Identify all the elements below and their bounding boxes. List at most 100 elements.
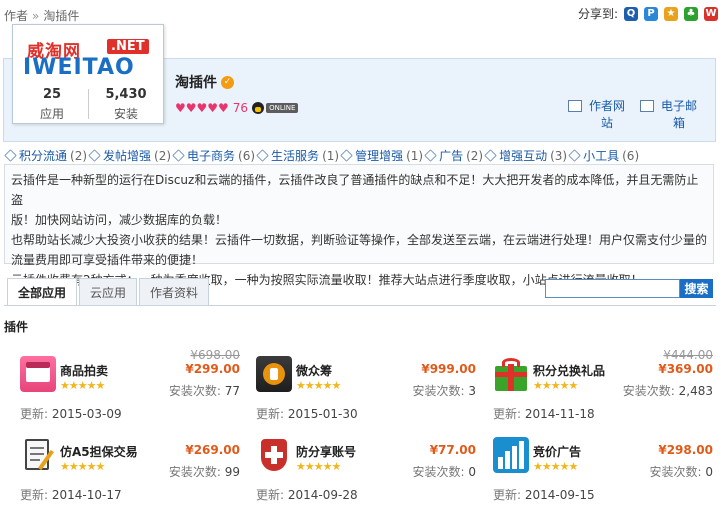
breadcrumb-author-link[interactable]: 作者 xyxy=(4,9,28,23)
logo-net-badge: .NET xyxy=(107,39,149,54)
clover-share-icon[interactable]: ♣ xyxy=(684,6,698,21)
category-tags: 积分流通 (2) 发帖增强 (2) 电子商务 (6) 生活服务 (1) 管理增强 (1) … xyxy=(4,147,640,164)
star-rating-icon: ★★★★★ xyxy=(296,460,341,473)
installs-value: 0 xyxy=(705,465,713,479)
tag-icon xyxy=(424,149,437,162)
tag-count: (6) xyxy=(622,148,640,163)
star-rating-icon: ★★★★★ xyxy=(60,379,105,392)
apps-label: 应用 xyxy=(39,107,64,121)
tag-icon xyxy=(568,149,581,162)
plugin-updated: 更新: 2014-10-17 xyxy=(20,486,122,503)
tag-item[interactable]: 发帖增强 (2) xyxy=(88,147,171,164)
author-rating: ♥♥♥♥♥ 76 ONLINE xyxy=(175,101,299,115)
plugin-installs: 安装次数: 77 xyxy=(169,382,240,399)
author-description: 云插件是一种新型的运行在Discuz和云端的插件，云插件改良了普通插件的缺点和不… xyxy=(4,164,714,287)
installs-label: 安装次数: xyxy=(412,384,465,398)
breadcrumb-current[interactable]: 淘插件 xyxy=(43,9,79,23)
author-name-text[interactable]: 淘插件 xyxy=(175,72,217,92)
plugin-updated: 更新: 2015-01-30 xyxy=(256,405,358,422)
updated-value: 2015-01-30 xyxy=(287,407,358,421)
author-email-link[interactable]: 电子邮箱 xyxy=(640,98,698,132)
tab-all-apps[interactable]: 全部应用 xyxy=(7,278,78,306)
star-rating-icon: ★★★★★ xyxy=(60,460,105,473)
tag-icon xyxy=(256,149,269,162)
plugin-price: ¥269.00 xyxy=(185,443,240,457)
plugin-card[interactable]: 防分享账号 ★★★★★ ¥77.00 安装次数: 0 更新: 2014-09-2… xyxy=(256,437,486,509)
plugin-price: ¥999.00 xyxy=(421,362,476,376)
description-line: 云插件是一种新型的运行在Discuz和云端的插件，云插件改良了普通插件的缺点和不… xyxy=(11,173,699,207)
qq-share-icon[interactable]: Q xyxy=(624,6,638,21)
updated-label: 更新: xyxy=(20,488,49,502)
tag-item[interactable]: 生活服务 (1) xyxy=(256,147,340,164)
updated-value: 2014-10-17 xyxy=(51,488,122,502)
plugin-installs: 安装次数: 3 xyxy=(412,382,476,399)
tag-count: (2) xyxy=(466,148,484,163)
updated-value: 2014-11-18 xyxy=(524,407,595,421)
installs-label: 安装次数: xyxy=(168,384,221,398)
tag-icon xyxy=(340,149,353,162)
share-label: 分享到: xyxy=(577,7,618,21)
plugin-name[interactable]: 防分享账号 xyxy=(296,443,356,460)
star-share-icon[interactable]: ★ xyxy=(664,6,678,21)
tag-name: 广告 xyxy=(439,149,464,163)
search-button[interactable]: 搜索 xyxy=(680,279,713,298)
section-title: 插件 xyxy=(4,320,29,334)
tab-cloud-apps[interactable]: 云应用 xyxy=(79,278,138,305)
plugin-old-price: ¥698.00 xyxy=(190,348,240,362)
plugin-name[interactable]: 商品拍卖 xyxy=(60,362,108,379)
breadcrumb: 作者 » 淘插件 xyxy=(4,7,79,24)
tag-count: (1) xyxy=(406,148,424,163)
plugin-card[interactable]: 仿A5担保交易 ★★★★★ ¥269.00 安装次数: 99 更新: 2014-… xyxy=(20,437,250,509)
tag-item[interactable]: 管理增强 (1) xyxy=(340,147,424,164)
shield-icon xyxy=(256,437,292,473)
plugin-name[interactable]: 竞价广告 xyxy=(533,443,581,460)
plugin-card[interactable]: 微众筹 ★★★★★ ¥999.00 安装次数: 3 更新: 2015-01-30 xyxy=(256,356,486,428)
plugin-installs: 安装次数: 0 xyxy=(412,463,476,480)
tag-icon xyxy=(88,149,101,162)
installs-label: 安装次数: xyxy=(622,384,675,398)
weibo-share-icon[interactable]: W xyxy=(704,6,718,21)
plugin-name[interactable]: 仿A5担保交易 xyxy=(60,443,138,460)
qzone-share-icon[interactable]: P xyxy=(644,6,658,21)
tag-icon xyxy=(4,149,17,162)
iweitao-logo[interactable]: 威淘网 .NET IWEITAO xyxy=(19,35,159,81)
plugin-card[interactable]: 积分兑换礼品 ★★★★★ ¥444.00 ¥369.00 安装次数: 2,483… xyxy=(493,348,723,428)
tab-divider xyxy=(4,305,716,306)
installs-label: 安装 xyxy=(113,107,138,121)
plugin-price: ¥298.00 xyxy=(658,443,713,457)
plugin-name[interactable]: 积分兑换礼品 xyxy=(533,362,605,379)
description-line: 流量费用即可享受插件带来的便捷！ xyxy=(11,253,204,267)
tag-item[interactable]: 广告 (2) xyxy=(424,147,484,164)
logo-english-text: IWEITAO xyxy=(23,55,135,80)
website-label: 作者网站 xyxy=(588,99,625,130)
share-bar: 分享到: Q P ★ ♣ W xyxy=(578,5,718,22)
description-line: 版！加快网站访问，减少数据库的负载！ xyxy=(11,213,228,227)
tag-count: (6) xyxy=(238,148,256,163)
search-input[interactable] xyxy=(545,279,680,298)
updated-label: 更新: xyxy=(256,488,285,502)
updated-label: 更新: xyxy=(20,407,49,421)
tag-item[interactable]: 积分流通 (2) xyxy=(4,147,88,164)
plugin-updated: 更新: 2014-09-28 xyxy=(256,486,358,503)
qq-online-status[interactable]: ONLINE xyxy=(252,102,299,114)
author-website-link[interactable]: 作者网站 xyxy=(568,98,626,132)
plugin-name[interactable]: 微众筹 xyxy=(296,362,332,379)
tag-name: 发帖增强 xyxy=(103,149,152,163)
tag-icon xyxy=(172,149,185,162)
tag-item[interactable]: 增强互动 (3) xyxy=(484,147,567,164)
plugin-old-price: ¥444.00 xyxy=(663,348,713,362)
tag-count: (2) xyxy=(70,148,88,163)
tag-count: (1) xyxy=(322,148,340,163)
plugin-updated: 更新: 2014-09-15 xyxy=(493,486,595,503)
tab-author-profile[interactable]: 作者资料 xyxy=(139,278,210,305)
document-icon xyxy=(20,437,56,473)
breadcrumb-separator: » xyxy=(32,9,40,23)
plugin-price: ¥77.00 xyxy=(429,443,476,457)
plugin-card[interactable]: 竞价广告 ★★★★★ ¥298.00 安装次数: 0 更新: 2014-09-1… xyxy=(493,437,723,509)
tag-item[interactable]: 小工具 (6) xyxy=(568,147,640,164)
tag-item[interactable]: 电子商务 (6) xyxy=(172,147,256,164)
installs-value: 0 xyxy=(468,465,476,479)
apps-count: 25 xyxy=(42,87,62,102)
updated-label: 更新: xyxy=(493,488,522,502)
plugin-card[interactable]: 商品拍卖 ★★★★★ ¥698.00 ¥299.00 安装次数: 77 更新: … xyxy=(20,348,250,428)
